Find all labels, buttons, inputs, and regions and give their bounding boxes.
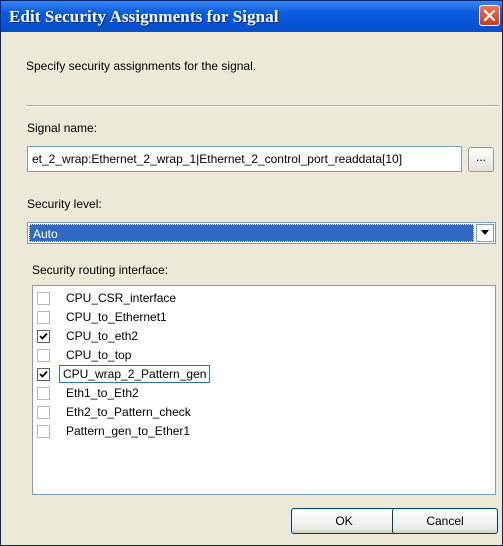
cancel-button[interactable]: Cancel — [392, 508, 498, 534]
security-level-value: Auto — [29, 224, 474, 242]
list-item[interactable]: CPU_to_top — [37, 346, 477, 365]
list-item[interactable]: CPU_to_Ethernet1 — [37, 308, 477, 327]
list-item[interactable]: Eth2_to_Pattern_check — [37, 403, 477, 422]
security-level-label: Security level: — [27, 197, 102, 211]
list-item[interactable]: Eth1_to_Eth2 — [37, 384, 477, 403]
list-item-label: CPU_to_top — [66, 348, 132, 362]
window-title: Edit Security Assignments for Signal — [9, 7, 279, 26]
checkbox-checked[interactable] — [37, 330, 50, 343]
browse-button[interactable]: ... — [468, 147, 494, 172]
dialog-window: Edit Security Assignments for Signal Spe… — [0, 0, 503, 546]
list-item-label: CPU_to_Ethernet1 — [66, 310, 167, 324]
checkbox[interactable] — [37, 292, 50, 305]
close-button[interactable] — [479, 5, 500, 26]
checkbox[interactable] — [37, 406, 50, 419]
checkmark-icon — [39, 370, 48, 378]
list-item[interactable]: CPU_to_eth2 — [37, 327, 477, 346]
routing-interface-list[interactable]: CPU_CSR_interface CPU_to_Ethernet1 CPU_t… — [32, 285, 496, 495]
description-text: Specify security assignments for the sig… — [26, 59, 257, 73]
list-item-label: Eth2_to_Pattern_check — [66, 405, 191, 419]
list-item-label-focused: CPU_wrap_2_Pattern_gen — [58, 365, 211, 383]
list-item-label: CPU_to_eth2 — [66, 329, 139, 343]
list-item[interactable]: CPU_wrap_2_Pattern_gen — [37, 365, 477, 384]
signal-name-field[interactable]: et_2_wrap:Ethernet_2_wrap_1|Ethernet_2_c… — [27, 146, 462, 172]
signal-name-label: Signal name: — [27, 121, 98, 135]
checkbox-checked[interactable] — [37, 368, 50, 381]
list-item[interactable]: CPU_CSR_interface — [37, 289, 477, 308]
divider — [26, 105, 499, 107]
checkbox[interactable] — [37, 311, 50, 324]
ok-button[interactable]: OK — [291, 508, 397, 534]
checkbox[interactable] — [37, 349, 50, 362]
checkbox[interactable] — [37, 387, 50, 400]
list-item[interactable]: Pattern_gen_to_Ether1 — [37, 422, 477, 441]
list-item-label: Pattern_gen_to_Ether1 — [66, 424, 191, 438]
title-bar[interactable]: Edit Security Assignments for Signal — [1, 1, 502, 32]
list-item-label: Eth1_to_Eth2 — [66, 386, 139, 400]
routing-interface-label: Security routing interface: — [32, 263, 169, 277]
list-item-label: CPU_CSR_interface — [66, 291, 177, 305]
checkmark-icon — [39, 332, 48, 340]
dropdown-arrow-button[interactable] — [476, 224, 494, 242]
checkbox[interactable] — [37, 425, 50, 438]
chevron-down-icon — [481, 230, 489, 235]
close-icon — [484, 10, 495, 21]
security-level-dropdown[interactable]: Auto — [27, 222, 496, 244]
